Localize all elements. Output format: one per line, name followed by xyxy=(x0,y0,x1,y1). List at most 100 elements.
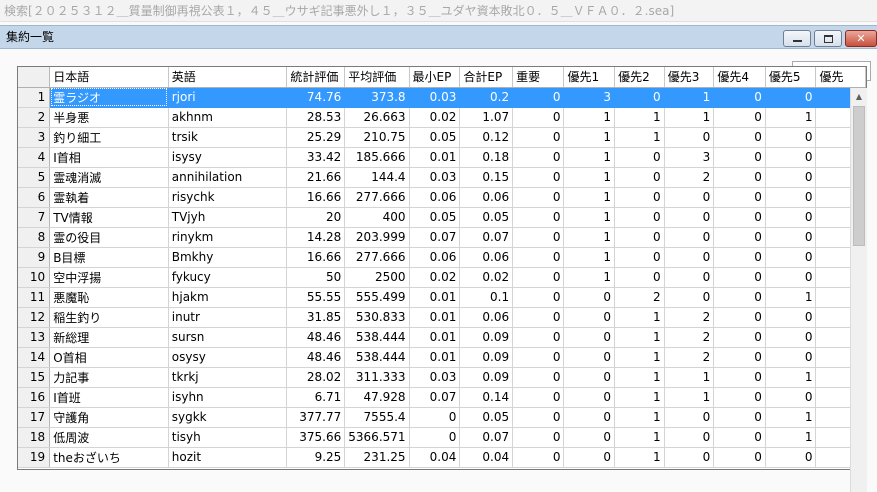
table-row[interactable]: 18 低周波 tisyh 375.66 5366.571 0 0.07 0 0 1 0 0 1 xyxy=(18,427,866,448)
table-cell[interactable]: sursn xyxy=(168,327,288,348)
table-cell[interactable]: 0 xyxy=(563,427,616,448)
table-cell[interactable]: 16.66 xyxy=(286,247,346,268)
table-cell[interactable]: 203.999 xyxy=(344,227,410,248)
column-header[interactable]: 英語 xyxy=(168,67,288,88)
table-cell[interactable]: 1 xyxy=(664,387,715,408)
table-cell[interactable]: 0 xyxy=(713,367,766,388)
table-cell[interactable]: 霊の役目 xyxy=(49,227,169,248)
table-cell[interactable]: 守護角 xyxy=(49,407,169,428)
table-cell[interactable]: 霊執着 xyxy=(49,187,169,208)
table-cell[interactable]: 0 xyxy=(512,267,565,288)
table-cell[interactable]: 0 xyxy=(563,347,616,368)
table-cell[interactable]: 0 xyxy=(713,167,766,188)
table-cell[interactable]: 0 xyxy=(713,207,766,228)
column-header[interactable]: 優先2 xyxy=(614,67,665,88)
table-cell[interactable]: 0 xyxy=(614,267,665,288)
table-cell[interactable]: hjakm xyxy=(168,287,288,308)
table-cell[interactable]: 1 xyxy=(563,247,616,268)
table-cell[interactable]: 0.06 xyxy=(409,247,461,268)
table-cell[interactable]: 538.444 xyxy=(344,327,410,348)
table-cell[interactable]: 空中浮揚 xyxy=(49,267,169,288)
table-cell[interactable]: 0 xyxy=(563,367,616,388)
table-cell[interactable]: 0 xyxy=(614,147,665,168)
table-cell[interactable]: 0 xyxy=(512,347,565,368)
table-cell[interactable]: 0 xyxy=(713,107,766,128)
table-cell[interactable]: 0 xyxy=(664,407,715,428)
table-cell[interactable]: 26.663 xyxy=(344,107,410,128)
table-cell[interactable]: 稲生釣り xyxy=(49,307,169,328)
table-row[interactable]: 17 守護角 sygkk 377.77 7555.4 0 0.05 0 0 1 0 0 1 xyxy=(18,407,866,428)
table-cell[interactable]: 0.1 xyxy=(459,287,514,308)
table-cell[interactable]: 1 xyxy=(563,127,616,148)
table-cell[interactable]: 1 xyxy=(614,107,665,128)
table-row[interactable]: 9 B目標 Bmkhy 16.66 277.666 0.06 0.06 0 1 0 0 0 0 xyxy=(18,247,866,268)
table-cell[interactable]: 0.12 xyxy=(459,127,514,148)
table-cell[interactable]: 1 xyxy=(614,307,665,328)
table-row[interactable]: 1 霊ラジオ rjori 74.76 373.8 0.03 0.2 0 3 0 1 0 0 xyxy=(18,87,866,108)
table-row[interactable]: 4 I首相 isysy 33.42 185.666 0.01 0.18 0 1 0 3 0 0 xyxy=(18,147,866,168)
table-cell[interactable]: 1 xyxy=(563,167,616,188)
table-cell[interactable]: 277.666 xyxy=(344,187,410,208)
table-cell[interactable]: 0.07 xyxy=(459,427,514,448)
table-cell[interactable]: 0.09 xyxy=(459,327,514,348)
scroll-up-arrow-icon[interactable]: ▲ xyxy=(851,88,867,105)
table-cell[interactable]: 釣り細工 xyxy=(49,127,169,148)
table-cell[interactable]: 6.71 xyxy=(286,387,346,408)
table-row[interactable]: 16 I首班 isyhn 6.71 47.928 0.07 0.14 0 0 1 1 0 0 xyxy=(18,387,866,408)
table-cell[interactable]: 0.06 xyxy=(459,247,514,268)
table-cell[interactable]: 0.03 xyxy=(409,367,461,388)
table-cell[interactable]: 0 xyxy=(512,207,565,228)
table-cell[interactable]: 0 xyxy=(713,287,766,308)
table-cell[interactable]: 0 xyxy=(713,347,766,368)
table-cell[interactable]: 48.46 xyxy=(286,327,346,348)
table-cell[interactable]: 5366.571 xyxy=(344,427,410,448)
column-header[interactable]: 優先4 xyxy=(713,67,766,88)
summary-grid[interactable]: 日本語 英語 統計評価 平均評価 最小EP 合計EP 重要 優先1 優先2 優先… xyxy=(17,66,867,470)
table-cell[interactable]: 1 xyxy=(614,327,665,348)
column-header[interactable]: 優先5 xyxy=(765,67,817,88)
column-header[interactable]: 優先3 xyxy=(664,67,715,88)
table-cell[interactable]: 0 xyxy=(765,187,817,208)
table-row[interactable]: 7 TV情報 TVjyh 20 400 0.05 0.05 0 1 0 0 0 0 xyxy=(18,207,866,228)
table-cell[interactable]: 2 xyxy=(664,167,715,188)
table-cell[interactable]: 1 xyxy=(563,207,616,228)
table-cell[interactable]: 31.85 xyxy=(286,307,346,328)
maximize-button[interactable] xyxy=(814,30,842,47)
table-cell[interactable]: 0 xyxy=(713,327,766,348)
table-cell[interactable]: 1 xyxy=(664,87,715,108)
table-cell[interactable]: 2 xyxy=(614,287,665,308)
table-cell[interactable]: 0 xyxy=(614,247,665,268)
column-header[interactable]: 統計評価 xyxy=(286,67,346,88)
table-cell[interactable]: 0 xyxy=(664,227,715,248)
row-number[interactable]: 12 xyxy=(18,307,51,328)
row-number[interactable]: 13 xyxy=(18,327,51,348)
table-cell[interactable]: isysy xyxy=(168,147,288,168)
table-cell[interactable]: 0.03 xyxy=(409,167,461,188)
table-cell[interactable]: 0 xyxy=(765,207,817,228)
table-row[interactable]: 12 稲生釣り inutr 31.85 530.833 0.01 0.06 0 0 1 2 0 0 xyxy=(18,307,866,328)
table-cell[interactable]: 0.02 xyxy=(409,107,461,128)
table-cell[interactable]: 霊魂消滅 xyxy=(49,167,169,188)
table-cell[interactable]: B目標 xyxy=(49,247,169,268)
table-cell[interactable]: 0 xyxy=(713,267,766,288)
row-number-header[interactable] xyxy=(18,67,51,88)
table-cell[interactable]: 375.66 xyxy=(286,427,346,448)
table-cell[interactable]: hozit xyxy=(168,447,288,468)
table-cell[interactable]: 0 xyxy=(512,307,565,328)
table-cell[interactable]: 21.66 xyxy=(286,167,346,188)
table-cell[interactable]: 2500 xyxy=(344,267,410,288)
table-cell[interactable]: 1 xyxy=(563,227,616,248)
row-number[interactable]: 17 xyxy=(18,407,51,428)
table-cell[interactable]: 210.75 xyxy=(344,127,410,148)
column-header[interactable]: 最小EP xyxy=(409,67,461,88)
table-cell[interactable]: 311.333 xyxy=(344,367,410,388)
table-cell[interactable]: 0 xyxy=(765,387,817,408)
table-cell[interactable]: 0.07 xyxy=(409,387,461,408)
window-titlebar[interactable]: 集約一覧 xyxy=(0,25,877,49)
table-cell[interactable]: 3 xyxy=(563,87,616,108)
table-row[interactable]: 10 空中浮揚 fykucy 50 2500 0.02 0.02 0 1 0 0 0 0 xyxy=(18,267,866,288)
row-number[interactable]: 19 xyxy=(18,447,51,468)
table-cell[interactable]: 28.02 xyxy=(286,367,346,388)
table-cell[interactable]: 0.09 xyxy=(459,347,514,368)
table-cell[interactable]: 1 xyxy=(664,107,715,128)
